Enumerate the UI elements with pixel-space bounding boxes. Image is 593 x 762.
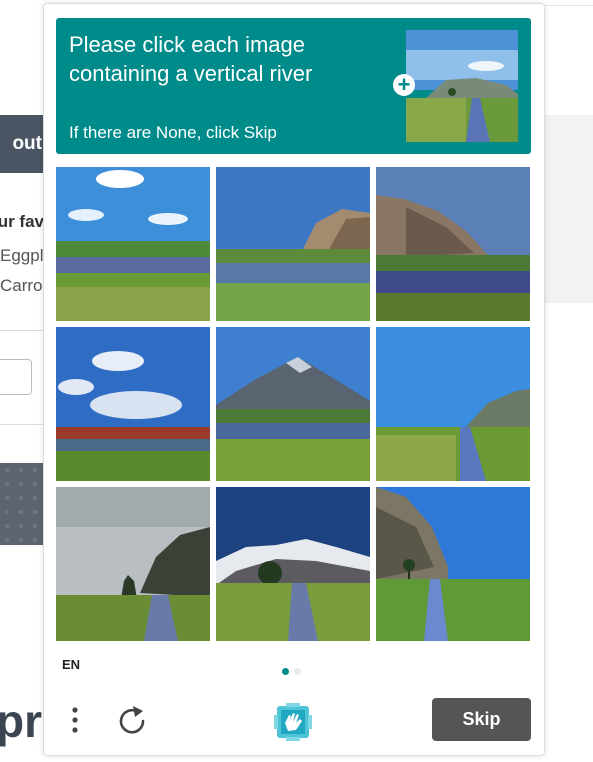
image-tile-3[interactable] bbox=[376, 167, 530, 321]
page-indicator-current bbox=[282, 668, 289, 675]
background-block bbox=[0, 463, 44, 545]
background-divider bbox=[543, 5, 593, 6]
challenge-prompt: Please click each image containing a ver… bbox=[69, 32, 313, 86]
language-selector[interactable]: EN bbox=[62, 657, 80, 672]
background-divider bbox=[0, 424, 44, 425]
page-indicator bbox=[294, 668, 301, 675]
skip-button[interactable]: Skip bbox=[432, 698, 531, 741]
background-option-2: Carro bbox=[0, 276, 43, 295]
vertical-dots-icon[interactable] bbox=[68, 704, 82, 740]
refresh-icon[interactable] bbox=[116, 704, 150, 738]
captcha-challenge: Please click each image containing a ver… bbox=[43, 3, 545, 756]
background-tab: out bbox=[0, 115, 44, 173]
background-divider bbox=[0, 330, 44, 331]
challenge-hint: If there are None, click Skip bbox=[69, 123, 277, 142]
background-option-1: Eggpl bbox=[0, 246, 44, 265]
image-tile-7[interactable] bbox=[56, 487, 210, 641]
image-tile-9[interactable] bbox=[376, 487, 530, 641]
image-tile-5[interactable] bbox=[216, 327, 370, 481]
image-tile-6[interactable] bbox=[376, 327, 530, 481]
challenge-header: Please click each image containing a ver… bbox=[56, 18, 531, 154]
image-tile-8[interactable] bbox=[216, 487, 370, 641]
hcaptcha-hand-logo[interactable] bbox=[272, 701, 314, 743]
example-image[interactable] bbox=[406, 30, 518, 142]
image-tile-4[interactable] bbox=[56, 327, 210, 481]
plus-circle-icon[interactable]: + bbox=[393, 74, 415, 96]
background-question: ur fav bbox=[0, 212, 44, 231]
image-tile-2[interactable] bbox=[216, 167, 370, 321]
background-heading: pri bbox=[0, 695, 44, 747]
image-tile-1[interactable] bbox=[56, 167, 210, 321]
background-input bbox=[0, 359, 32, 395]
